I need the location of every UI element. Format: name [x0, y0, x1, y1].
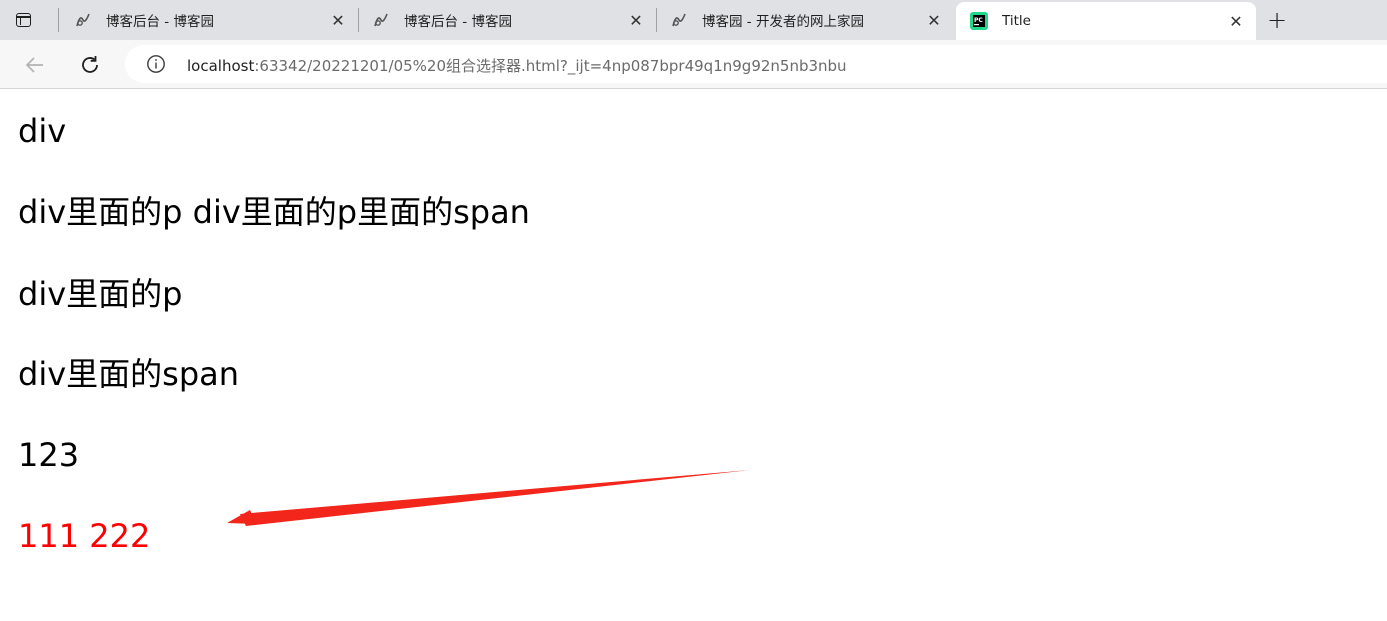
tab-cnblogs-home[interactable]: 博客园 - 开发者的网上家园 ✕	[656, 0, 954, 40]
arrow-shaft	[240, 470, 750, 526]
url-host: localhost	[187, 57, 255, 75]
tab-title: 博客后台 - 博客园	[106, 14, 214, 30]
arrow-head	[227, 510, 256, 524]
tab-title: 博客后台 - 博客园	[404, 14, 512, 30]
close-icon[interactable]: ✕	[328, 10, 348, 30]
close-icon[interactable]: ✕	[924, 10, 944, 30]
page-content: div div里面的p div里面的p里面的span div里面的p div里面…	[0, 90, 1387, 621]
url-text[interactable]: localhost:63342/20221201/05%20组合选择器.html…	[187, 55, 847, 76]
back-button[interactable]	[21, 51, 49, 79]
info-icon[interactable]	[146, 54, 166, 74]
close-icon[interactable]: ✕	[626, 10, 646, 30]
cnblogs-icon	[74, 11, 92, 29]
tab-title-active[interactable]: PC Title ✕	[956, 2, 1256, 40]
close-icon[interactable]: ✕	[1226, 11, 1246, 31]
arrow-left-icon	[25, 57, 43, 73]
svg-text:PC: PC	[974, 17, 983, 24]
tab-blog-admin-2[interactable]: 博客后台 - 博客园 ✕	[358, 0, 656, 40]
new-tab-button[interactable]: +	[1264, 6, 1290, 34]
cnblogs-icon	[372, 11, 390, 29]
url-path: :63342/20221201/05%20组合选择器.html?_ijt=4np…	[254, 57, 847, 75]
tab-separator	[58, 8, 59, 32]
tab-actions-icon[interactable]	[12, 9, 34, 31]
reload-icon	[82, 56, 98, 73]
tab-blog-admin-1[interactable]: 博客后台 - 博客园 ✕	[60, 0, 358, 40]
cnblogs-icon	[670, 11, 688, 29]
pycharm-icon: PC	[970, 12, 988, 30]
tab-title: 博客园 - 开发者的网上家园	[702, 14, 864, 30]
tab-title: Title	[1002, 13, 1031, 29]
browser-toolbar: localhost:63342/20221201/05%20组合选择器.html…	[0, 40, 1387, 89]
tab-strip: 博客后台 - 博客园 ✕ 博客后台 - 博客园 ✕ 博客园 - 开发者的网上家园…	[0, 0, 1387, 40]
red-arrow-annotation	[227, 470, 750, 526]
reload-button[interactable]	[76, 51, 104, 79]
address-bar[interactable]: localhost:63342/20221201/05%20组合选择器.html…	[125, 45, 1387, 83]
